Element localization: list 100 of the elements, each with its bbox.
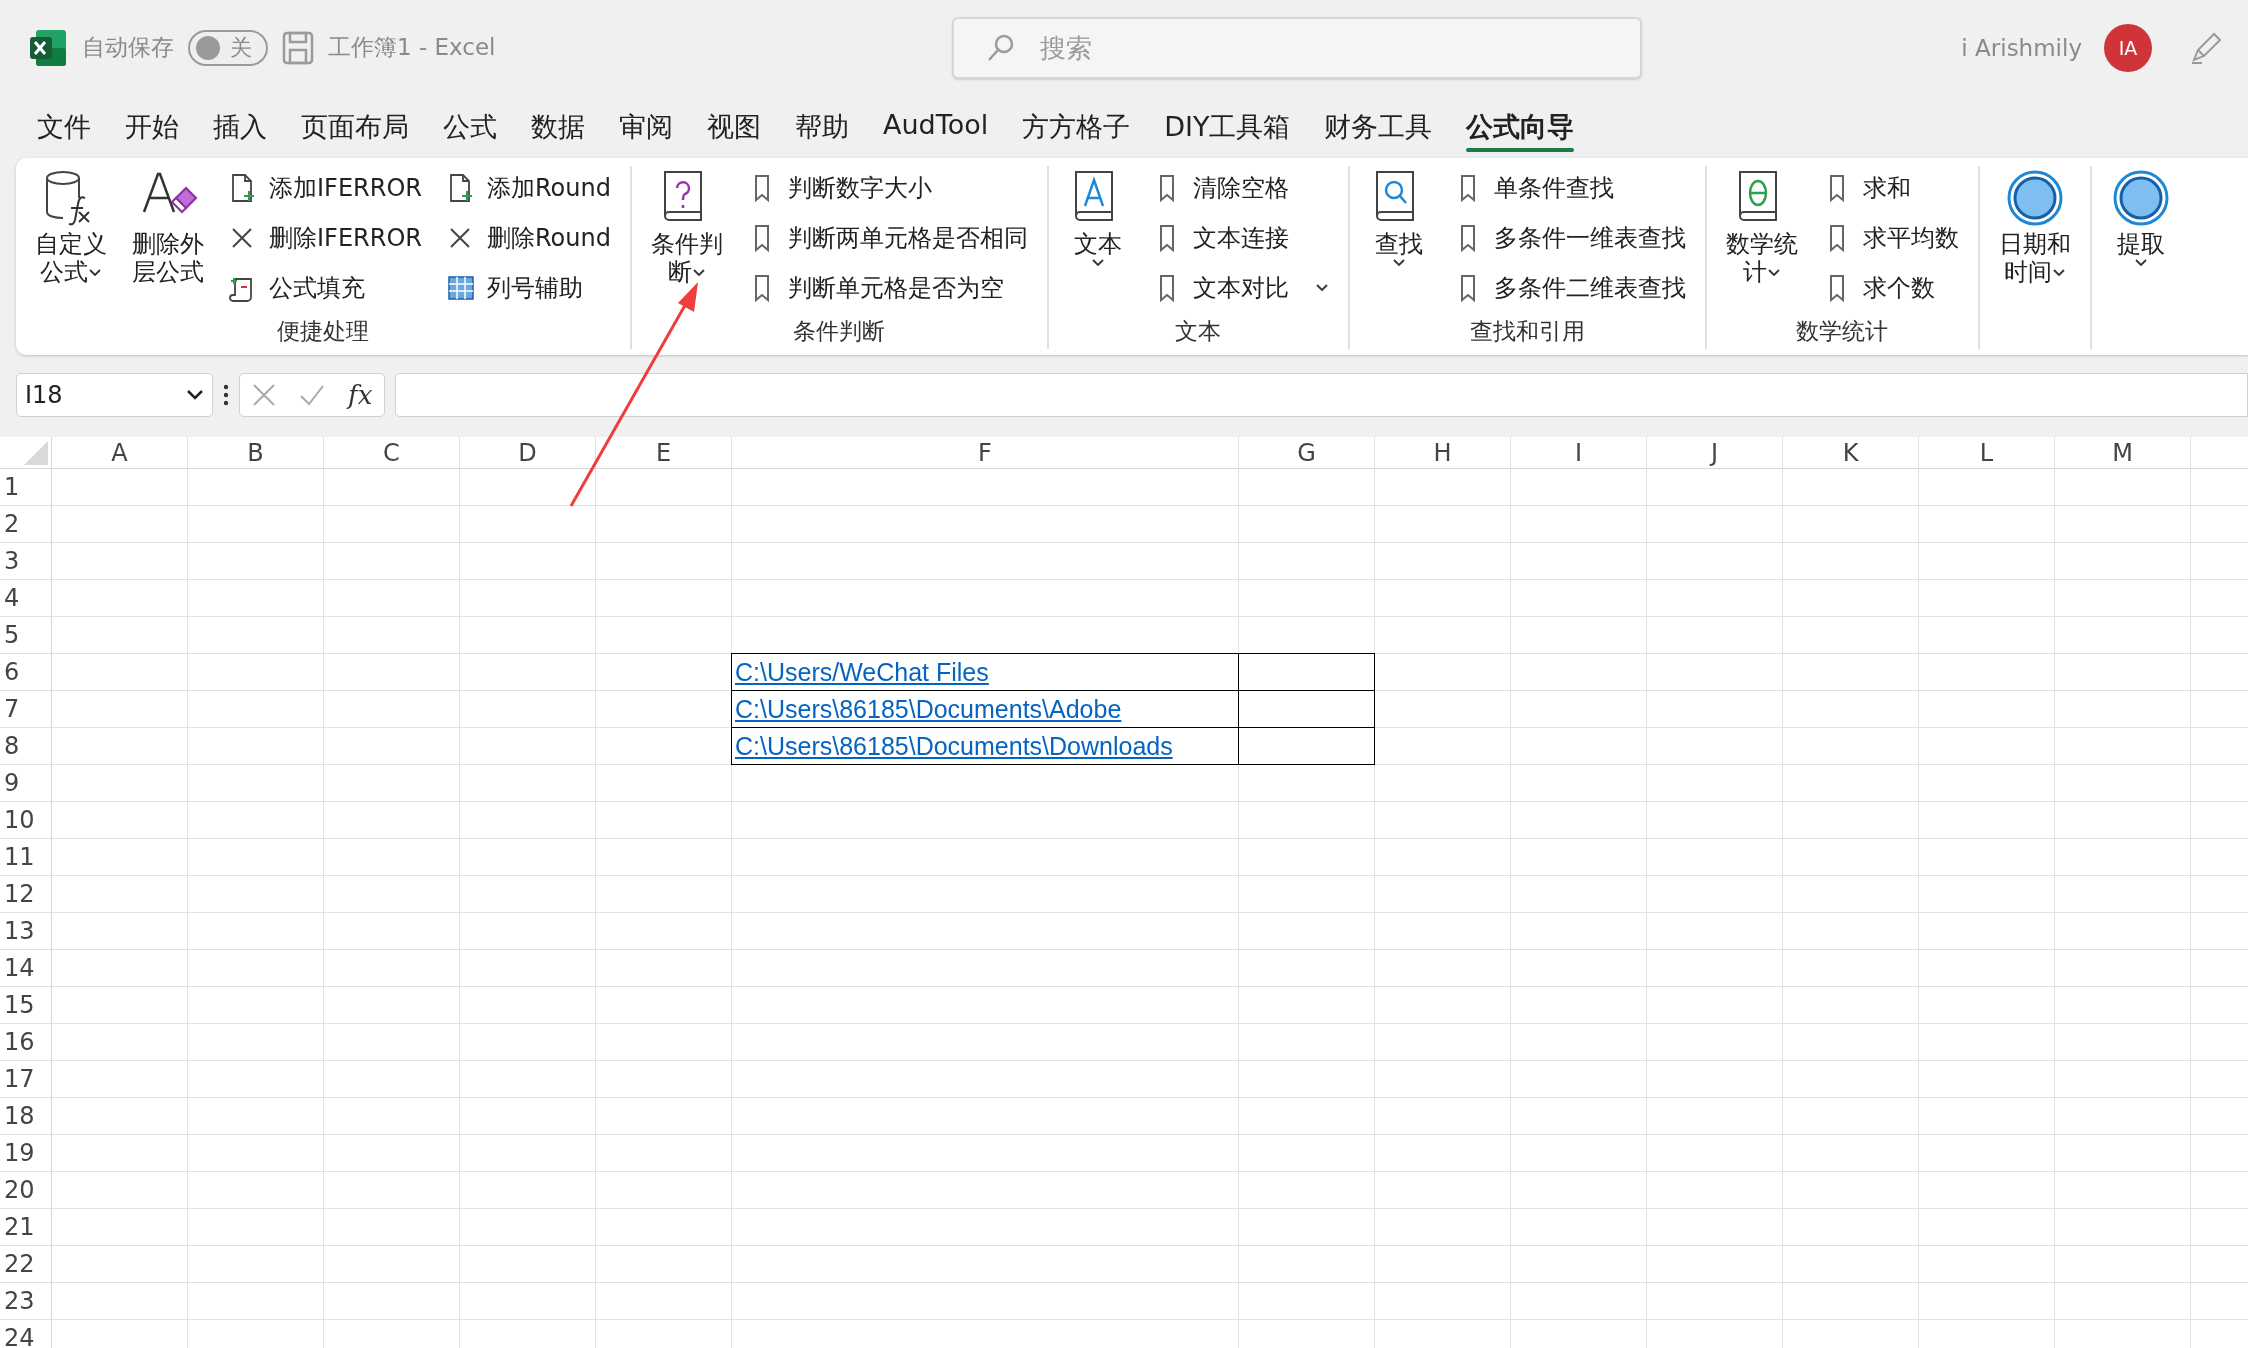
row-header[interactable]: 10	[0, 802, 52, 839]
ribbon-tab[interactable]: 帮助	[778, 109, 866, 152]
dropdown-icon	[186, 389, 204, 401]
ribbon-tab[interactable]: DIY工具箱	[1147, 109, 1308, 152]
ribbon-button[interactable]: 删除IFERROR	[223, 218, 428, 258]
column-header[interactable]: C	[324, 437, 460, 469]
ribbon-tab[interactable]: 插入	[196, 109, 284, 152]
autosave-label: 自动保存	[82, 33, 174, 62]
ribbon-button[interactable]: 多条件一维表查找	[1447, 218, 1692, 258]
column-header[interactable]: I	[1511, 437, 1647, 469]
ribbon-tab[interactable]: 公式	[426, 109, 514, 152]
check-icon[interactable]	[298, 384, 325, 406]
ribbon-tab[interactable]: 文件	[20, 109, 108, 152]
ribbon-button[interactable]: 文本连接	[1146, 218, 1335, 258]
row-header[interactable]: 22	[0, 1246, 52, 1283]
user-name: i Arishmily	[1961, 34, 2082, 61]
ribbon-tab[interactable]: 开始	[108, 109, 196, 152]
group-label: 条件判断	[792, 317, 887, 346]
row-header[interactable]: 13	[0, 913, 52, 950]
column-header[interactable]: D	[460, 437, 596, 469]
ribbon-button[interactable]: 删除Round	[440, 218, 617, 258]
row-header[interactable]: 9	[0, 765, 52, 802]
row-header[interactable]: 24	[0, 1320, 52, 1348]
row-header[interactable]: 23	[0, 1283, 52, 1320]
ribbon-button[interactable]: 列号辅助	[440, 268, 617, 308]
row-header[interactable]: 1	[0, 469, 52, 506]
ribbon-button[interactable]: 判断数字大小	[741, 168, 1034, 208]
row-header[interactable]: 14	[0, 950, 52, 987]
ribbon-tab[interactable]: 数据	[514, 109, 602, 152]
name-box[interactable]: I18	[16, 373, 213, 417]
group-label: 数学统计	[1795, 317, 1890, 346]
column-header[interactable]: J	[1647, 437, 1783, 469]
column-header[interactable]: A	[52, 437, 188, 469]
ribbon-button[interactable]: 数学统 计	[1719, 166, 1804, 316]
hyperlink[interactable]: C:\Users/WeChat Files	[735, 658, 989, 686]
ribbon-button[interactable]: 判断两单元格是否相同	[741, 218, 1034, 258]
ribbon-button[interactable]: 判断单元格是否为空	[741, 268, 1034, 308]
ribbon-button[interactable]: 自定义 公式	[29, 166, 113, 316]
ribbon-button[interactable]: 多条件二维表查找	[1447, 268, 1692, 308]
row-header[interactable]: 6	[0, 654, 52, 691]
ribbon-tab[interactable]: 公式向导	[1449, 109, 1592, 152]
ribbon-button[interactable]: 添加IFERROR	[223, 168, 428, 208]
ribbon-tab[interactable]: 方方格子	[1005, 109, 1148, 152]
row-header[interactable]: 16	[0, 1024, 52, 1061]
ribbon-button[interactable]: 文本	[1061, 166, 1134, 316]
group-label: 便捷处理	[275, 317, 370, 346]
ribbon-button[interactable]: 添加Round	[440, 168, 617, 208]
row-header[interactable]: 15	[0, 987, 52, 1024]
ribbon-button[interactable]: 求和	[1816, 168, 1965, 208]
column-header[interactable]: M	[2055, 437, 2191, 469]
ribbon-button[interactable]: 文本对比	[1146, 268, 1335, 308]
group-label: 文本	[1174, 317, 1223, 346]
ribbon-tab[interactable]: 页面布局	[284, 109, 426, 152]
insert-function-button[interactable]: fx	[348, 380, 373, 410]
row-header[interactable]: 17	[0, 1061, 52, 1098]
row-header[interactable]: 4	[0, 580, 52, 617]
ribbon-button[interactable]: 清除空格	[1146, 168, 1335, 208]
column-header[interactable]: F	[732, 437, 1239, 469]
ribbon-button[interactable]: 提取	[2104, 166, 2177, 321]
hyperlink[interactable]: C:\Users\86185\Documents\Adobe	[735, 695, 1122, 723]
row-header[interactable]: 2	[0, 506, 52, 543]
formula-input[interactable]	[395, 373, 2248, 417]
column-header[interactable]: B	[188, 437, 324, 469]
ribbon-button[interactable]: 单条件查找	[1447, 168, 1692, 208]
more-icon[interactable]	[223, 384, 229, 406]
ribbon-button[interactable]: 日期和 时间	[1992, 166, 2077, 321]
spreadsheet-app-icon	[28, 27, 68, 68]
row-header[interactable]: 3	[0, 543, 52, 580]
search-field[interactable]: 搜索	[952, 16, 1642, 79]
search-icon	[986, 32, 1016, 63]
column-header[interactable]: L	[1919, 437, 2055, 469]
row-header[interactable]: 8	[0, 728, 52, 765]
user-avatar[interactable]: IA	[2104, 23, 2152, 72]
ribbon-button[interactable]: 求个数	[1816, 268, 1965, 308]
ribbon-tab[interactable]: 视图	[690, 109, 778, 152]
ribbon-tab[interactable]: 财务工具	[1307, 109, 1450, 152]
ribbon-tab[interactable]: 审阅	[602, 109, 690, 152]
row-header[interactable]: 7	[0, 691, 52, 728]
row-header[interactable]: 18	[0, 1098, 52, 1135]
cancel-icon[interactable]	[251, 383, 276, 407]
row-header[interactable]: 19	[0, 1135, 52, 1172]
column-header[interactable]: K	[1783, 437, 1919, 469]
ribbon-button[interactable]: 求平均数	[1816, 218, 1965, 258]
row-header[interactable]: 21	[0, 1209, 52, 1246]
row-header[interactable]: 20	[0, 1172, 52, 1209]
ribbon-button[interactable]: 查找	[1362, 166, 1435, 316]
select-all-corner[interactable]	[0, 437, 52, 469]
ribbon-button[interactable]: 删除外 层公式	[126, 166, 210, 316]
column-header[interactable]: H	[1375, 437, 1511, 469]
grid-icon	[446, 273, 475, 303]
row-header[interactable]: 12	[0, 876, 52, 913]
ribbon-button[interactable]: 条件判 断	[644, 166, 729, 316]
row-header[interactable]: 11	[0, 839, 52, 876]
column-header[interactable]: G	[1239, 437, 1375, 469]
ribbon-tab[interactable]: AudTool	[866, 109, 1006, 147]
hyperlink[interactable]: C:\Users\86185\Documents\Downloads	[735, 732, 1173, 760]
ribbon-button[interactable]: 公式填充	[223, 268, 428, 308]
row-header[interactable]: 5	[0, 617, 52, 654]
save-icon[interactable]	[282, 30, 314, 65]
column-header[interactable]: E	[596, 437, 732, 469]
